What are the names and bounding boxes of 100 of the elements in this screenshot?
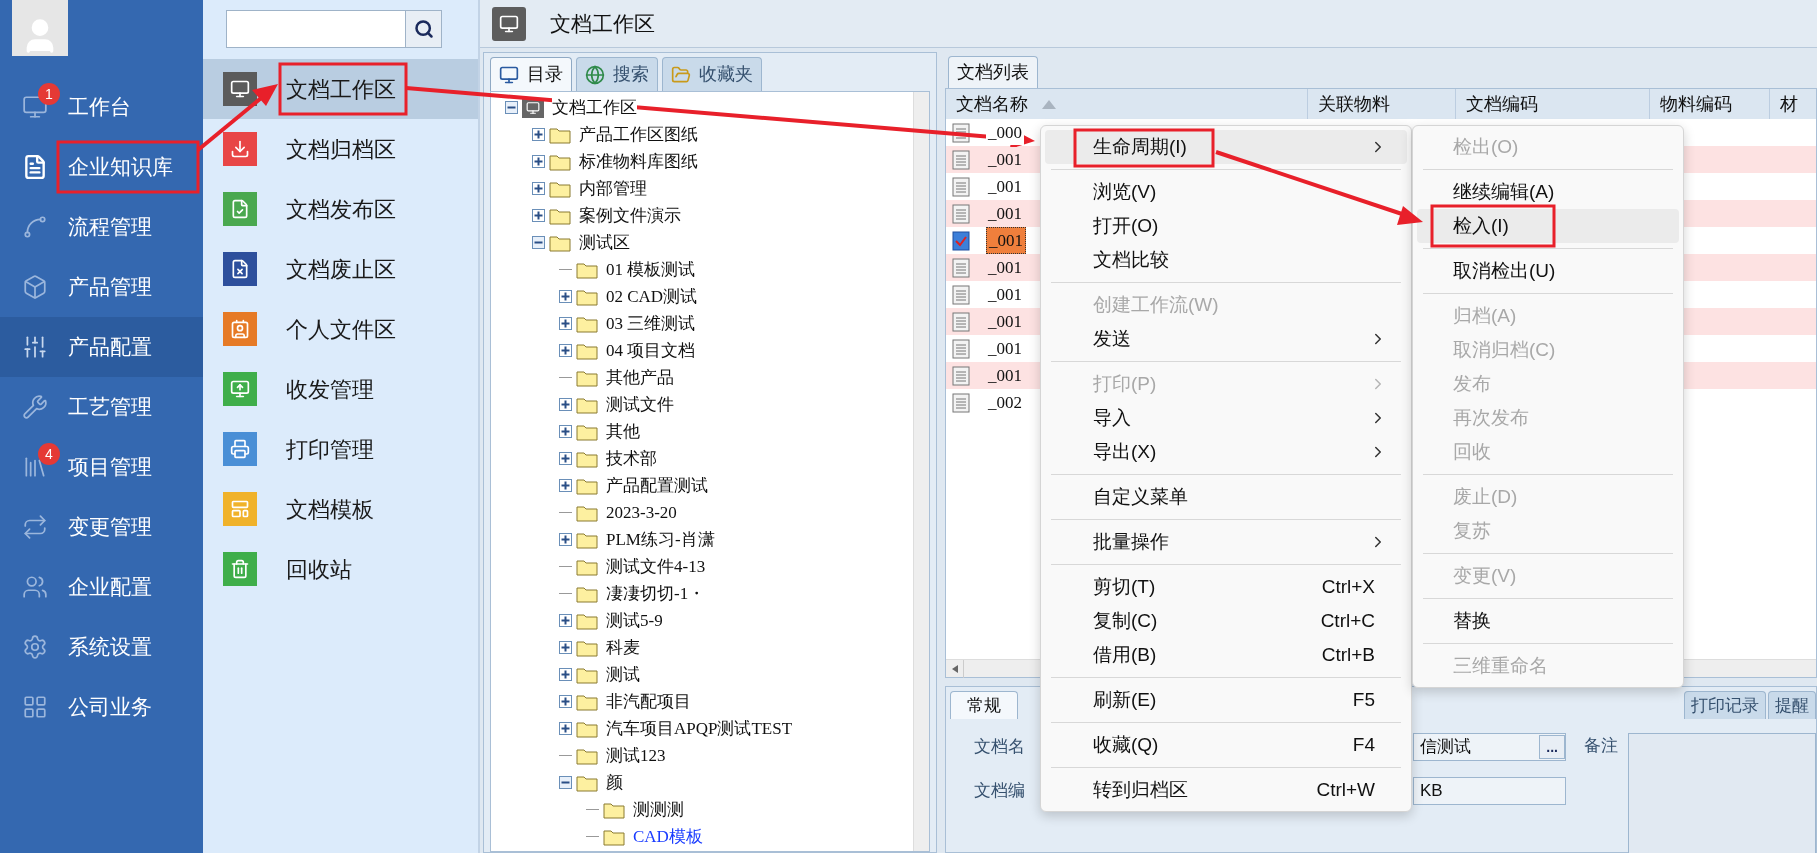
search-icon (413, 19, 434, 39)
detail-tab[interactable]: 提醒 (1768, 691, 1816, 719)
nav-item[interactable]: 公司业务 (0, 677, 203, 737)
menu-item[interactable]: 刷新(E) F5 (1045, 683, 1407, 717)
nav-item[interactable]: 流程管理 (0, 197, 203, 257)
expand-icon[interactable] (532, 209, 545, 222)
folder-icon (576, 692, 598, 711)
settings-icon (22, 634, 48, 660)
detail-tab[interactable]: 打印记录 (1684, 691, 1766, 719)
module-item[interactable]: 个人文件区 (203, 299, 478, 359)
nav-item[interactable]: 变更管理 (0, 497, 203, 557)
file-check-icon (223, 192, 257, 226)
menu-item[interactable]: 文档比较 (1045, 243, 1407, 277)
expand-icon[interactable] (559, 290, 572, 303)
browse-button[interactable]: ... (1539, 735, 1565, 759)
menu-item[interactable]: 取消检出(U) (1417, 254, 1679, 288)
expand-icon[interactable] (559, 479, 572, 492)
text-field[interactable]: 信测试 ... (1413, 733, 1566, 761)
panel-tab[interactable]: 搜索 (576, 57, 658, 91)
folder-icon (576, 287, 598, 306)
expand-icon[interactable] (559, 452, 572, 465)
module-item[interactable]: 文档归档区 (203, 119, 478, 179)
nav-item[interactable]: 工艺管理 (0, 377, 203, 437)
expand-icon[interactable] (559, 668, 572, 681)
expand-icon[interactable] (559, 425, 572, 438)
menu-item[interactable]: 转到归档区 Ctrl+W (1045, 773, 1407, 807)
note-field[interactable] (1628, 733, 1816, 853)
menu-item[interactable]: 收藏(Q) F4 (1045, 728, 1407, 762)
nav-item[interactable]: 系统设置 (0, 617, 203, 677)
module-item[interactable]: 文档发布区 (203, 179, 478, 239)
module-item[interactable]: 收发管理 (203, 359, 478, 419)
folder-icon (576, 773, 598, 792)
folder-icon (549, 125, 571, 144)
wrench-icon (22, 394, 48, 420)
nav-item[interactable]: 项目管理 4 (0, 437, 203, 497)
shortcut-text: F4 (1352, 732, 1375, 757)
module-item[interactable]: 打印管理 (203, 419, 478, 479)
menu-item[interactable]: 借用(B) Ctrl+B (1045, 638, 1407, 672)
list-tab[interactable]: 文档列表 (948, 56, 1038, 88)
panel-tab[interactable]: 目录 (490, 57, 572, 91)
folder-icon (549, 179, 571, 198)
search-field[interactable] (226, 10, 406, 48)
text-field[interactable]: KB (1413, 777, 1566, 805)
download-icon (223, 132, 257, 166)
expand-icon[interactable] (532, 128, 545, 141)
detail-tab[interactable]: 常规 (950, 691, 1018, 719)
left-arrow-icon[interactable] (951, 664, 958, 673)
folder-icon (576, 638, 598, 657)
globe-icon (585, 64, 605, 85)
expand-icon[interactable] (559, 533, 572, 546)
trash-icon (223, 552, 257, 586)
expand-icon[interactable] (532, 182, 545, 195)
menu-item[interactable]: 替换 (1417, 604, 1679, 638)
nav-item[interactable]: 产品管理 (0, 257, 203, 317)
monitor-icon (492, 6, 526, 41)
folder-icon (576, 449, 598, 468)
menu-item[interactable]: 自定义菜单 (1045, 480, 1407, 514)
menu-item[interactable]: 继续编辑(A) (1417, 175, 1679, 209)
menu-item[interactable]: 导入 (1045, 401, 1407, 435)
scrollbar[interactable] (913, 92, 929, 851)
folder-icon (549, 233, 571, 252)
page-title: 文档工作区 (550, 10, 655, 37)
notification-badge: 4 (38, 443, 60, 465)
menu-item[interactable]: 剪切(T) Ctrl+X (1045, 570, 1407, 604)
expand-icon[interactable] (559, 641, 572, 654)
menu-item[interactable]: 导出(X) (1045, 435, 1407, 469)
menu-item[interactable]: 批量操作 (1045, 525, 1407, 559)
folder-icon (576, 503, 598, 522)
search-button[interactable] (406, 10, 442, 48)
field-label: 备注 (1584, 735, 1618, 757)
nav-item[interactable]: 工作台 1 (0, 77, 203, 137)
expand-icon[interactable] (532, 155, 545, 168)
module-item[interactable]: 文档废止区 (203, 239, 478, 299)
expand-icon[interactable] (559, 614, 572, 627)
collapse-icon[interactable] (532, 236, 545, 249)
nav-item[interactable]: 企业配置 (0, 557, 203, 617)
expand-icon[interactable] (559, 695, 572, 708)
module-item[interactable]: 文档模板 (203, 479, 478, 539)
expand-icon[interactable] (559, 344, 572, 357)
nav-item[interactable]: 产品配置 (0, 317, 203, 377)
folder-icon (576, 719, 598, 738)
field-label: 文档编 (974, 781, 1025, 801)
file-x-icon (223, 252, 257, 286)
collapse-icon[interactable] (559, 776, 572, 789)
menu-item[interactable]: 检入(I) (1417, 209, 1679, 243)
shortcut-text: Ctrl+B (1321, 642, 1375, 667)
menu-item[interactable]: 浏览(V) (1045, 175, 1407, 209)
menu-item[interactable]: 复制(C) Ctrl+C (1045, 604, 1407, 638)
menu-item[interactable]: 发送 (1045, 322, 1407, 356)
collapse-icon[interactable] (505, 101, 518, 114)
menu-item[interactable]: 打开(O) (1045, 209, 1407, 243)
menu-item[interactable]: 生命周期(I) (1045, 130, 1407, 164)
expand-icon[interactable] (559, 317, 572, 330)
expand-icon[interactable] (559, 398, 572, 411)
expand-icon[interactable] (559, 722, 572, 735)
nav-item[interactable]: 企业知识库 (0, 137, 203, 197)
module-item[interactable]: 回收站 (203, 539, 478, 599)
folder-icon (576, 665, 598, 684)
panel-tab[interactable]: 收藏夹 (662, 57, 762, 91)
folder-icon (576, 260, 598, 279)
